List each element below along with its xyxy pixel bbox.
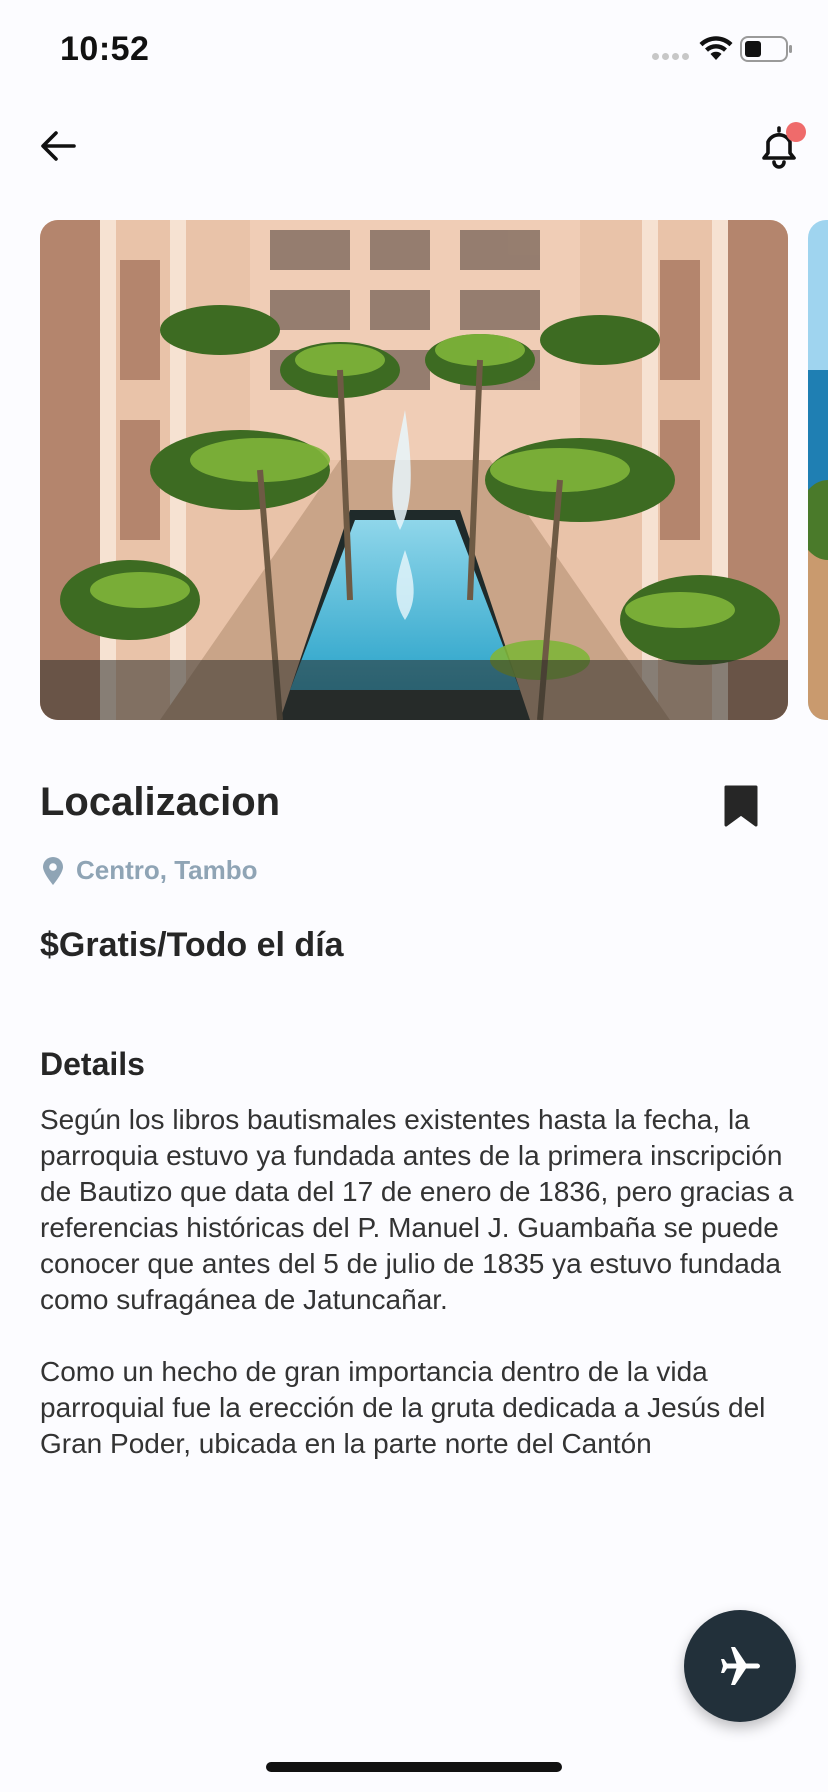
photo-carousel[interactable] — [0, 220, 828, 720]
travel-fab-button[interactable] — [684, 1610, 796, 1722]
ocean-view-photo[interactable] — [808, 220, 828, 720]
details-heading: Details — [40, 1046, 145, 1082]
price-text: $Gratis/Todo el día — [40, 926, 344, 964]
location-text: Centro, Tambo — [76, 855, 258, 885]
battery-icon — [740, 36, 792, 62]
status-bar: 10:52 — [0, 0, 828, 100]
wifi-icon — [699, 36, 733, 60]
details-paragraph: Como un hecho de gran importancia dentro… — [40, 1356, 766, 1459]
notification-button[interactable] — [756, 118, 806, 172]
signal-dots-icon — [652, 53, 689, 60]
details-paragraph: Según los libros bautismales existentes … — [40, 1104, 794, 1315]
place-title: Localizacion — [40, 780, 281, 824]
details-body: Según los libros bautismales existentes … — [40, 1102, 800, 1498]
location-pin-icon — [43, 856, 63, 885]
notification-badge — [786, 122, 806, 142]
status-time: 10:52 — [60, 30, 150, 68]
home-indicator — [266, 1762, 562, 1772]
location-row: Centro, Tambo — [40, 855, 258, 886]
airplane-icon — [721, 1647, 760, 1685]
resort-courtyard-pool-photo[interactable] — [40, 220, 788, 720]
back-arrow-icon[interactable] — [36, 124, 80, 168]
bookmark-icon[interactable] — [722, 784, 760, 828]
